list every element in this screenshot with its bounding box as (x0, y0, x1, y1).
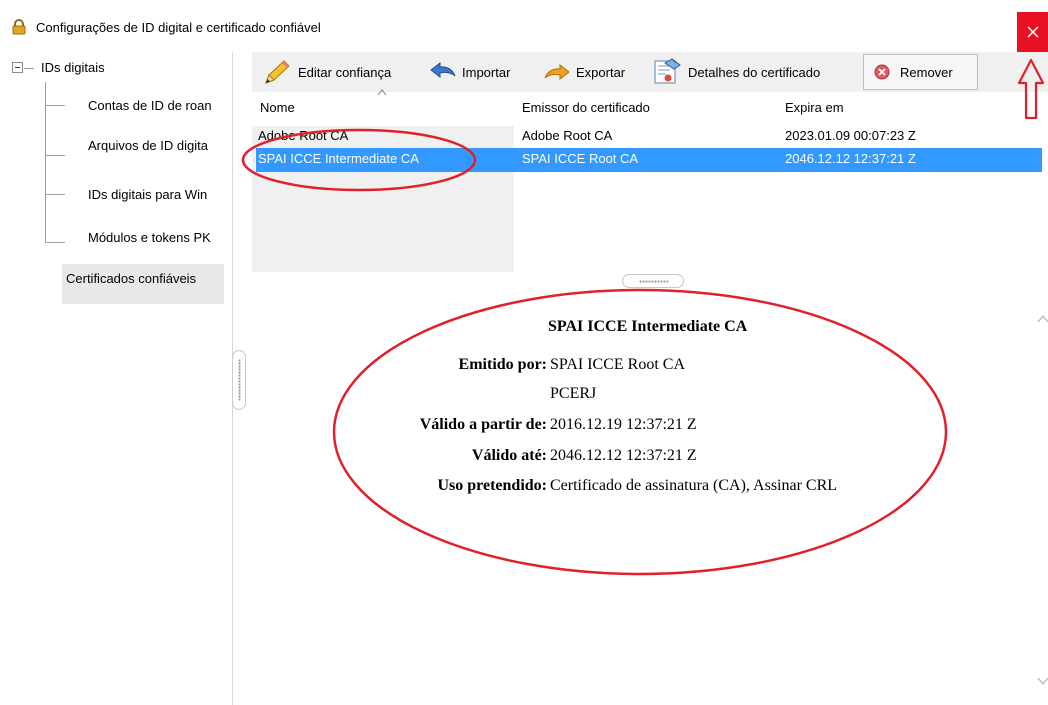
certificate-details-button[interactable]: Detalhes do certificado (652, 56, 820, 88)
column-header-name-label: Nome (260, 100, 295, 115)
valid-from-value: 2016.12.19 12:37:21 Z (550, 416, 697, 433)
close-button[interactable] (1017, 12, 1048, 52)
import-label: Importar (462, 64, 511, 80)
tree-item-windows-ids[interactable]: IDs digitais para Win (88, 187, 232, 202)
toolbar: Editar confiança Importar Exportar Detal… (252, 52, 1048, 92)
export-button[interactable]: Exportar (544, 56, 625, 88)
cell-issuer: Adobe Root CA (522, 128, 613, 143)
column-header-name[interactable]: Nome (260, 100, 295, 115)
navigation-tree: IDs digitais Contas de ID de roan Arquiv… (0, 52, 232, 705)
cell-name: Adobe Root CA (258, 128, 349, 143)
remove-button[interactable]: Remover (863, 54, 978, 90)
cell-expires: 2046.12.12 12:37:21 Z (785, 151, 916, 166)
intended-use-label: Uso pretendido: (437, 477, 548, 494)
issued-by-org: PCERJ (550, 385, 597, 402)
window-title: Configurações de ID digital e certificad… (36, 20, 321, 35)
tree-connector (24, 68, 34, 69)
tree-item-digital-id-files[interactable]: Arquivos de ID digita (88, 138, 232, 153)
export-label: Exportar (576, 64, 626, 80)
import-arrow-icon (430, 62, 456, 79)
edit-trust-button[interactable]: Editar confiança (262, 56, 391, 88)
export-arrow-icon (544, 63, 570, 81)
certificates-table: Nome Emissor do certificado Expira em Ad… (252, 89, 1042, 272)
vertical-splitter-grip[interactable] (232, 350, 246, 410)
tree-item-roaming-accounts[interactable]: Contas de ID de roan (88, 98, 232, 113)
collapse-toggle[interactable] (12, 62, 23, 73)
title-bar: Configurações de ID digital e certificad… (0, 0, 1048, 52)
issued-by-label: Emitido por: (458, 356, 547, 373)
close-icon (1026, 26, 1039, 38)
table-row-selected[interactable]: SPAI ICCE Intermediate CA SPAI ICCE Root… (256, 148, 1042, 172)
valid-until-value: 2046.12.12 12:37:21 Z (550, 447, 697, 464)
column-header-issuer-label: Emissor do certificado (522, 100, 650, 115)
intended-use-value: Certificado de assinatura (CA), Assinar … (550, 477, 838, 494)
certificate-details-panel: SPAI ICCE Intermediate CA Emitido por: S… (250, 288, 1048, 705)
horizontal-splitter-grip[interactable] (622, 274, 684, 288)
tree-connector (45, 242, 65, 243)
certificate-details-label: Detalhes do certificado (688, 64, 821, 80)
edit-trust-label: Editar confiança (298, 64, 392, 80)
tree-connector (45, 194, 65, 195)
tree-connector (45, 105, 65, 106)
certificate-icon (654, 58, 681, 84)
tree-connector (45, 155, 65, 156)
tree-item-digital-ids[interactable]: IDs digitais (41, 60, 105, 75)
pencil-icon (265, 60, 290, 84)
cell-issuer: SPAI ICCE Root CA (522, 151, 639, 166)
sort-ascending-icon (377, 89, 387, 96)
remove-icon (874, 64, 890, 80)
column-header-expires[interactable]: Expira em (785, 100, 844, 115)
import-button[interactable]: Importar (430, 56, 510, 88)
valid-from-label: Válido a partir de: (419, 416, 547, 433)
cell-expires: 2023.01.09 00:07:23 Z (785, 128, 916, 143)
scroll-up-icon[interactable] (1036, 312, 1048, 326)
column-header-expires-label: Expira em (785, 100, 844, 115)
remove-label: Remover (900, 64, 953, 80)
details-title: SPAI ICCE Intermediate CA (548, 318, 748, 335)
cell-name: SPAI ICCE Intermediate CA (258, 151, 419, 166)
issued-by-value: SPAI ICCE Root CA (550, 356, 685, 373)
tree-connector (45, 82, 46, 242)
tree-item-pkcs-modules[interactable]: Módulos e tokens PK (88, 230, 232, 245)
tree-item-trusted-certificates[interactable]: Certificados confiáveis (62, 264, 224, 304)
column-header-issuer[interactable]: Emissor do certificado (522, 100, 650, 115)
lock-icon (12, 19, 26, 35)
scroll-down-icon[interactable] (1036, 674, 1048, 688)
valid-until-label: Válido até: (471, 447, 547, 464)
